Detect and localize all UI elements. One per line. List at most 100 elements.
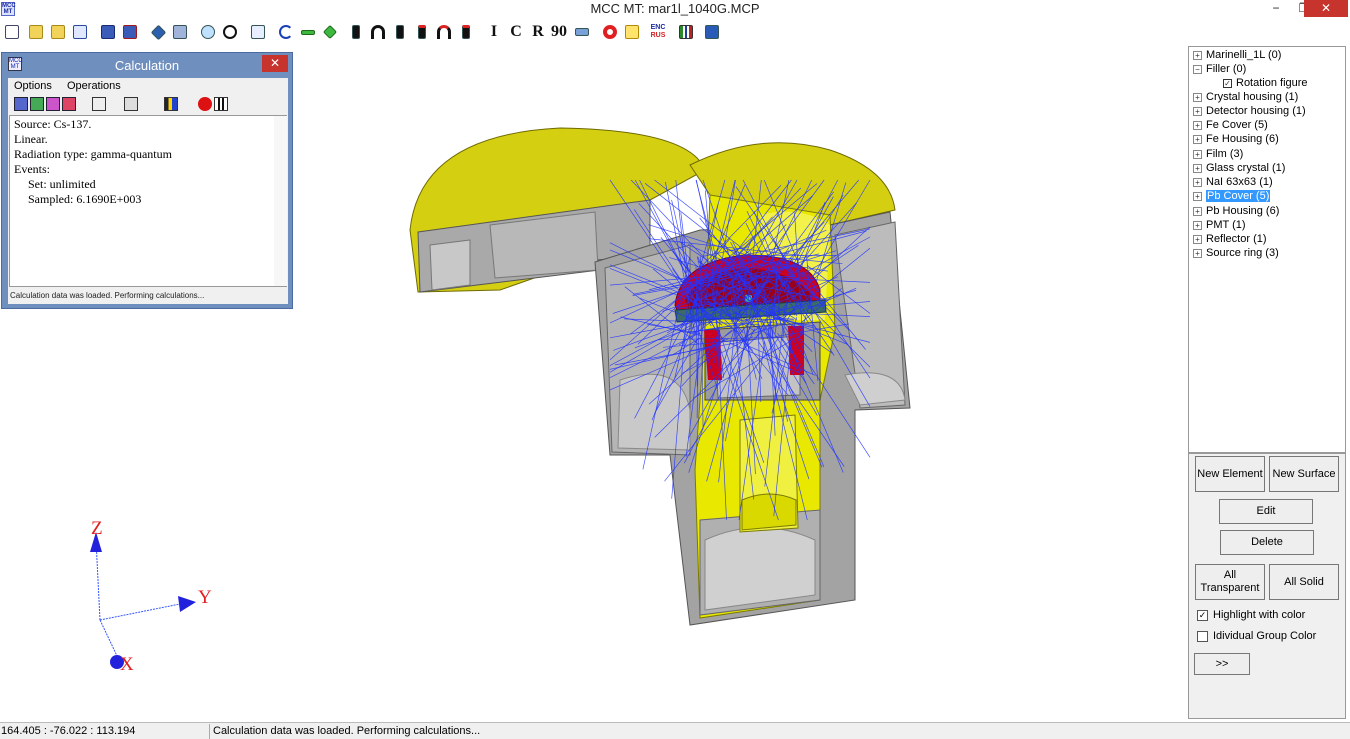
rotate-icon[interactable] xyxy=(276,22,296,42)
expand-icon[interactable]: + xyxy=(1193,50,1202,60)
calculation-title-bar[interactable]: MCC MT Calculation ✕ xyxy=(2,53,292,77)
delete-button[interactable]: Delete xyxy=(1220,530,1314,555)
copy-icon[interactable] xyxy=(248,22,268,42)
record-icon[interactable] xyxy=(198,97,212,111)
element-tree[interactable]: + Marinelli_1L (0) − Filler (0) ✓ Rotation … xyxy=(1188,46,1346,453)
tree-item[interactable]: + Fe Cover (5) xyxy=(1193,118,1268,132)
all-solid-button[interactable]: All Solid xyxy=(1269,564,1339,600)
log-set: Set: unlimited xyxy=(28,177,96,191)
tree-item[interactable]: + Marinelli_1L (0) xyxy=(1193,48,1281,62)
calculator-icon[interactable] xyxy=(170,22,190,42)
expand-icon[interactable]: + xyxy=(1193,234,1202,244)
more-button[interactable]: >> xyxy=(1194,653,1250,675)
tree-item[interactable]: − Filler (0) xyxy=(1193,62,1246,76)
pause-icon[interactable] xyxy=(214,97,228,111)
collapse-icon[interactable]: − xyxy=(1193,64,1202,74)
cancel-run-icon[interactable] xyxy=(124,97,138,111)
calculation-scrollbar[interactable] xyxy=(274,116,287,286)
expand-icon[interactable]: + xyxy=(1193,248,1202,258)
coordinates-readout: 164.405 : -76.022 : 113.194 xyxy=(0,724,210,739)
open-folder-icon[interactable] xyxy=(26,22,46,42)
exit-icon[interactable] xyxy=(702,22,722,42)
tree-item[interactable]: + Pb Housing (6) xyxy=(1193,204,1279,218)
log-sampled: Sampled: 6.1690E+003 xyxy=(28,192,142,206)
tree-item[interactable]: + Crystal housing (1) xyxy=(1193,90,1298,104)
r-text-button[interactable]: R xyxy=(528,22,548,42)
new-surface-button[interactable]: New Surface xyxy=(1269,456,1339,492)
expand-icon[interactable]: + xyxy=(1193,106,1202,116)
language-rus-label: RUS xyxy=(650,32,666,39)
save-as-icon[interactable] xyxy=(120,22,140,42)
tree-item-rotation-figure[interactable]: ✓ Rotation figure xyxy=(1223,76,1308,90)
list-icon[interactable] xyxy=(70,22,90,42)
individual-color-checkbox[interactable]: Idividual Group Color xyxy=(1197,629,1316,643)
move-all-icon[interactable] xyxy=(320,22,340,42)
section-rotate-icon[interactable] xyxy=(368,22,388,42)
diamond-icon[interactable] xyxy=(148,22,168,42)
calculation-body: Options Operations Source: Cs-137. Linea… xyxy=(8,78,288,304)
tree-item[interactable]: + Glass crystal (1) xyxy=(1193,161,1285,175)
section-half-icon[interactable] xyxy=(390,22,410,42)
tree-item[interactable]: + NaI 63x63 (1) xyxy=(1193,175,1273,189)
section-half-red-icon[interactable] xyxy=(456,22,476,42)
expand-icon[interactable]: + xyxy=(1193,149,1202,159)
calculation-close-button[interactable]: ✕ xyxy=(262,55,288,72)
tree-item[interactable]: + Detector housing (1) xyxy=(1193,104,1306,118)
section-red-icon[interactable] xyxy=(412,22,432,42)
highlight-checkbox[interactable]: ✓ Highlight with color xyxy=(1197,608,1305,622)
c-text-button[interactable]: C xyxy=(506,22,526,42)
checkmark-icon[interactable]: ✓ xyxy=(1197,609,1208,621)
toolbar: I C R 90 ENC RUS xyxy=(0,18,1350,46)
clear-icon[interactable] xyxy=(92,97,106,111)
checkbox-icon[interactable]: ✓ xyxy=(1223,78,1232,88)
axis-x-label: X xyxy=(120,654,134,675)
expand-icon[interactable]: + xyxy=(1193,177,1202,187)
new-file-icon[interactable] xyxy=(2,22,22,42)
run-blue-icon[interactable] xyxy=(14,97,28,111)
help-question-icon[interactable] xyxy=(622,22,642,42)
add-folder-icon[interactable] xyxy=(48,22,68,42)
histogram-icon[interactable] xyxy=(164,97,178,111)
edit-button[interactable]: Edit xyxy=(1219,499,1313,524)
save-icon[interactable] xyxy=(98,22,118,42)
individual-color-label: Idividual Group Color xyxy=(1213,630,1317,642)
info-text-button[interactable]: I xyxy=(484,22,504,42)
section-rotate-red-icon[interactable] xyxy=(434,22,454,42)
minimize-button[interactable]: − xyxy=(1262,0,1290,17)
language-switch-button[interactable]: ENC RUS xyxy=(648,22,668,42)
tree-item[interactable]: + Source ring (3) xyxy=(1193,246,1279,260)
menu-options[interactable]: Options xyxy=(14,80,52,92)
chart-icon[interactable] xyxy=(676,22,696,42)
tree-item[interactable]: + Reflector (1) xyxy=(1193,232,1267,246)
checkbox-icon[interactable] xyxy=(1197,630,1208,642)
run-magenta-icon[interactable] xyxy=(46,97,60,111)
all-transparent-button[interactable]: All Transparent xyxy=(1195,564,1265,600)
rotate-90-button[interactable]: 90 xyxy=(548,22,570,42)
tree-item-selected[interactable]: + Pb Cover (5) xyxy=(1193,189,1271,203)
tool-icon[interactable] xyxy=(572,22,592,42)
log-linear: Linear. xyxy=(14,132,48,146)
expand-icon[interactable]: + xyxy=(1193,134,1202,144)
expand-icon[interactable]: + xyxy=(1193,163,1202,173)
expand-icon[interactable]: + xyxy=(1193,220,1202,230)
zoom-icon[interactable] xyxy=(198,22,218,42)
expand-icon[interactable]: + xyxy=(1193,120,1202,130)
calculation-title: Calculation xyxy=(114,58,180,73)
tree-item[interactable]: + Fe Housing (6) xyxy=(1193,132,1279,146)
run-green-icon[interactable] xyxy=(30,97,44,111)
expand-icon[interactable]: + xyxy=(1193,191,1202,201)
move-horizontal-icon[interactable] xyxy=(298,22,318,42)
new-element-button[interactable]: New Element xyxy=(1195,456,1265,492)
calculation-window[interactable]: MCC MT Calculation ✕ Options Operations S… xyxy=(1,52,293,309)
help-ring-icon[interactable] xyxy=(600,22,620,42)
crosshair-icon[interactable] xyxy=(220,22,240,42)
tree-item[interactable]: + PMT (1) xyxy=(1193,218,1246,232)
section-icon[interactable] xyxy=(346,22,366,42)
calculation-menu: Options Operations xyxy=(8,80,127,96)
expand-icon[interactable]: + xyxy=(1193,92,1202,102)
close-button[interactable]: ✕ xyxy=(1304,0,1348,17)
expand-icon[interactable]: + xyxy=(1193,206,1202,216)
tree-item[interactable]: + Film (3) xyxy=(1193,147,1243,161)
run-red-icon[interactable] xyxy=(62,97,76,111)
menu-operations[interactable]: Operations xyxy=(67,80,121,92)
